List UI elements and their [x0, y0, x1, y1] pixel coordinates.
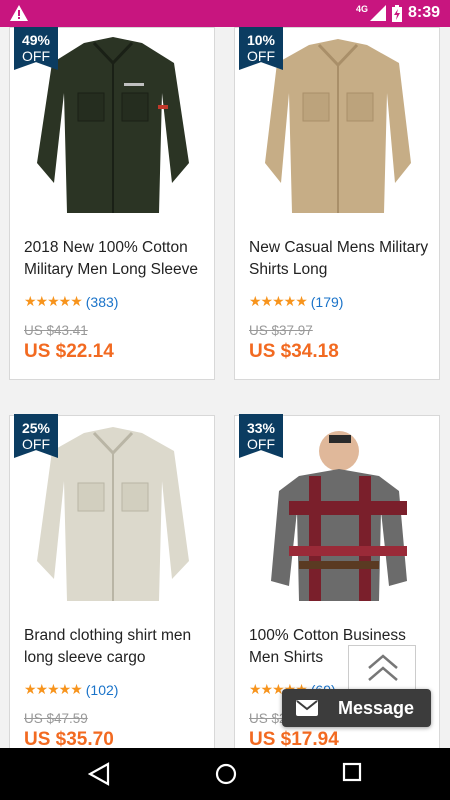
original-price: US $43.41	[24, 323, 88, 338]
status-bar: 4G 8:39	[0, 0, 450, 27]
sale-price: US $35.70	[24, 729, 114, 748]
sale-price: US $22.14	[24, 341, 114, 362]
review-count[interactable]: (102)	[86, 682, 119, 698]
star-rating-icon: ★★★★★	[24, 293, 83, 309]
scroll-to-top-button[interactable]	[348, 645, 416, 695]
battery-icon	[391, 4, 402, 22]
warning-icon	[10, 5, 28, 21]
star-rating-icon: ★★★★★	[249, 293, 308, 309]
product-title[interactable]: New Casual Mens Military Shirts Long	[249, 237, 437, 281]
network-type: 4G	[355, 4, 368, 14]
chevron-up-icon	[368, 654, 398, 681]
recent-apps-icon[interactable]	[342, 762, 362, 782]
product-title[interactable]: Brand clothing shirt men long sleeve car…	[24, 625, 212, 669]
signal-icon	[369, 5, 386, 21]
product-title[interactable]: 2018 New 100% Cotton Military Men Long S…	[24, 237, 212, 281]
back-icon[interactable]	[88, 762, 110, 786]
product-card[interactable]: 25% OFF Brand clothing shirt men long sl…	[9, 414, 215, 748]
rating: ★★★★★ (383)	[24, 293, 118, 310]
envelope-icon	[296, 700, 318, 716]
product-grid: 49% OFF 2018 New 100% Cotton Military Me…	[0, 27, 450, 748]
original-price: US $37.97	[249, 323, 313, 338]
rating: ★★★★★ (179)	[249, 293, 343, 310]
product-card[interactable]: 49% OFF 2018 New 100% Cotton Military Me…	[9, 27, 215, 380]
sale-price: US $34.18	[249, 341, 339, 362]
system-nav-bar	[0, 748, 450, 800]
rating: ★★★★★ (102)	[24, 681, 118, 698]
star-rating-icon: ★★★★★	[24, 681, 83, 697]
home-icon[interactable]	[214, 762, 238, 786]
review-count[interactable]: (383)	[86, 294, 119, 310]
sale-price: US $17.94	[249, 729, 339, 748]
message-label: Message	[338, 697, 415, 718]
review-count[interactable]: (179)	[311, 294, 344, 310]
original-price: US $47.59	[24, 711, 88, 726]
product-card[interactable]: 10% OFF New Casual Mens Military Shirts …	[234, 27, 440, 380]
message-button[interactable]: Message	[282, 689, 431, 727]
clock: 8:39	[407, 4, 440, 21]
